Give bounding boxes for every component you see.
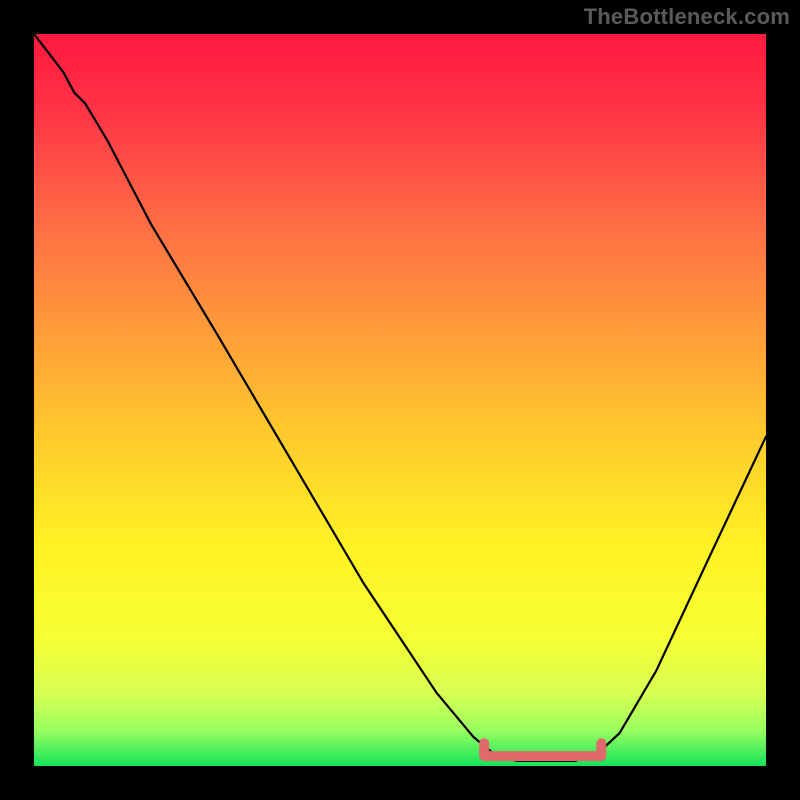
gradient-background <box>34 34 766 766</box>
chart-frame: TheBottleneck.com <box>0 0 800 800</box>
plot-area <box>34 34 766 766</box>
watermark-text: TheBottleneck.com <box>584 4 790 30</box>
plot-svg <box>34 34 766 766</box>
